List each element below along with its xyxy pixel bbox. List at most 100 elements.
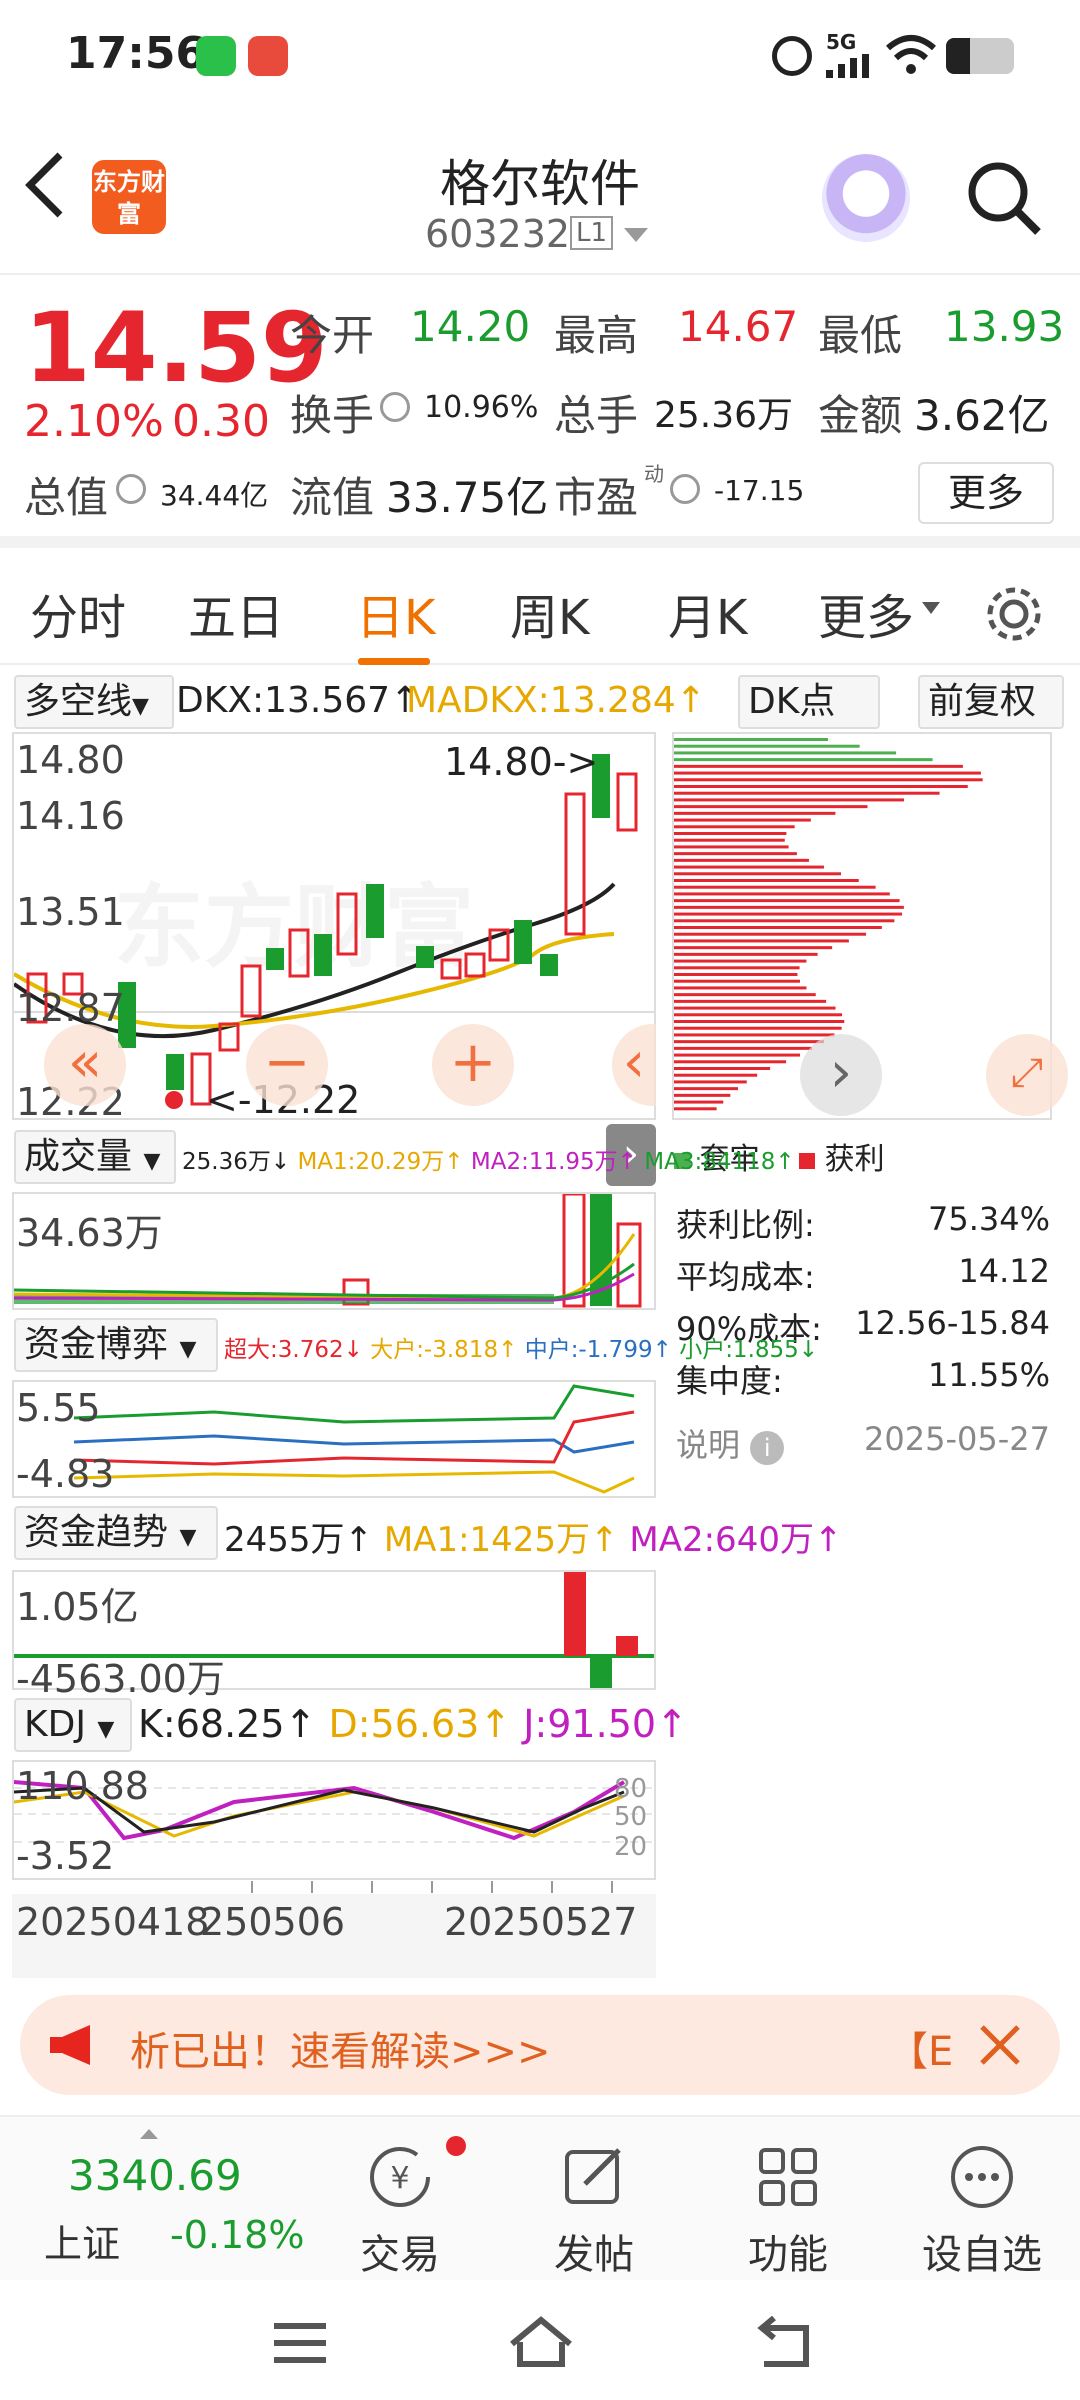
- volume-legend: 25.36万↓ MA1:20.29万↑ MA2:11.95万↑ MA3:8411…: [182, 1142, 795, 1176]
- kdj-k: K:68.25: [138, 1702, 285, 1746]
- notification-dot: [446, 2136, 466, 2156]
- info-icon[interactable]: i: [750, 1431, 785, 1465]
- up-arrow-icon: ↑: [479, 1702, 512, 1746]
- caret-down-icon: ▼: [179, 1337, 197, 1362]
- dropdown-arrow-icon[interactable]: [624, 228, 648, 242]
- candle: [288, 928, 310, 978]
- candle: [366, 884, 384, 938]
- tab-intraday[interactable]: 分时: [30, 578, 126, 648]
- kdj-y-bottom: -3.52: [16, 1834, 115, 1878]
- volume-chart[interactable]: 34.63万: [12, 1192, 656, 1310]
- info-icon[interactable]: [380, 392, 410, 422]
- pe-sup: 动: [644, 462, 664, 486]
- home-icon[interactable]: [508, 2314, 574, 2374]
- kdj-label: KDJ: [24, 1704, 86, 1745]
- scroll-left-icon[interactable]: «: [44, 1024, 126, 1106]
- level-badge[interactable]: L1: [570, 216, 614, 250]
- note-label[interactable]: 说明: [676, 1426, 740, 1464]
- tab-five-day[interactable]: 五日: [188, 578, 284, 648]
- tab-monthly-k[interactable]: 月K: [668, 578, 747, 648]
- info-icon[interactable]: [670, 474, 700, 504]
- kline-chart[interactable]: 东方财富 14.80 14.16 13.51 12.87 14.80-> « −…: [12, 732, 656, 1124]
- kdj-selector[interactable]: KDJ ▼: [14, 1698, 132, 1752]
- adjust-button[interactable]: 前复权: [918, 675, 1064, 729]
- svg-text:¥: ¥: [390, 2161, 409, 2196]
- chip-bar: [674, 993, 816, 997]
- chip-bar: [674, 1100, 724, 1104]
- stat-value: 75.34%: [927, 1200, 1050, 1238]
- dk-point-label: DK点: [748, 681, 836, 722]
- fund-trend-bar: [616, 1636, 638, 1656]
- volume-ma3-line: [13, 1262, 635, 1300]
- zoom-out-icon[interactable]: −: [246, 1024, 328, 1106]
- fund-game-chart[interactable]: 5.55 -4.83: [12, 1380, 656, 1498]
- fund-mid-line: [73, 1434, 635, 1454]
- chip-bar: [674, 1006, 836, 1010]
- date-ticks: [12, 1880, 656, 1894]
- volume-value: 25.36万: [654, 395, 794, 436]
- nav-add-watchlist[interactable]: 设自选: [902, 2142, 1062, 2280]
- fund-game-selector[interactable]: 资金博弈 ▼: [14, 1318, 218, 1372]
- indicator-selector-label: 多空线: [24, 681, 133, 722]
- candle: [166, 1054, 184, 1090]
- fund-game-label: 资金博弈: [24, 1324, 169, 1365]
- chip-bar: [674, 738, 829, 741]
- kdj-chart[interactable]: 110.88 -3.52 80 50 20: [12, 1760, 656, 1880]
- turnover-label: 换手: [290, 391, 375, 440]
- caret-down-icon: [922, 602, 940, 614]
- fund-trend-legend: 2455万↑ MA1:1425万↑ MA2:640万↑: [224, 1512, 842, 1561]
- period-tabs: 分时 五日 日K 周K 月K 更多: [0, 560, 1080, 665]
- pe-label: 市盈: [554, 473, 639, 522]
- dkx-text: DKX:13.567: [176, 680, 391, 721]
- candle: [540, 954, 558, 976]
- candle: [464, 952, 486, 978]
- close-icon[interactable]: [978, 2023, 1022, 2071]
- fund-trend-chart[interactable]: 1.05亿 -4563.00万: [12, 1570, 656, 1701]
- grid-icon: [759, 2148, 817, 2206]
- chip-bar: [674, 946, 833, 950]
- news-banner[interactable]: 析已出！速看解读>>> 【E: [20, 1995, 1060, 2095]
- fund-trend-ma1: MA1:1425万: [383, 1520, 591, 1560]
- chevron-right-icon[interactable]: ›: [800, 1034, 882, 1116]
- chip-bar: [674, 1093, 731, 1097]
- fund-trend-label: 资金趋势: [24, 1512, 169, 1553]
- nav-post[interactable]: 发帖: [514, 2142, 674, 2280]
- search-icon[interactable]: [964, 158, 1044, 242]
- stock-name: 格尔软件: [440, 155, 640, 213]
- fund-trend-selector[interactable]: 资金趋势 ▼: [14, 1506, 218, 1560]
- robot-assistant-icon[interactable]: [822, 154, 910, 242]
- chip-bar: [674, 1013, 843, 1017]
- tab-daily-k[interactable]: 日K: [356, 578, 435, 648]
- nav-functions[interactable]: 功能: [708, 2142, 868, 2280]
- gear-icon[interactable]: [982, 582, 1046, 650]
- wifi-icon: [886, 34, 936, 80]
- volume-label: 总手: [554, 391, 639, 440]
- nav-trade[interactable]: ¥ 交易: [320, 2136, 480, 2280]
- date-end: 20250527: [444, 1900, 638, 1944]
- up-arrow-icon: ↑: [652, 1337, 672, 1363]
- back-nav-icon[interactable]: [754, 2315, 814, 2376]
- zoom-in-icon[interactable]: +: [432, 1024, 514, 1106]
- turnover-value: 10.96%: [424, 390, 539, 425]
- up-arrow-icon: ↑: [775, 1149, 795, 1175]
- chip-bar: [674, 872, 841, 876]
- status-bar: 17:56 5G: [0, 0, 1080, 110]
- more-button[interactable]: 更多: [918, 462, 1054, 524]
- volume-selector[interactable]: 成交量 ▼: [14, 1130, 176, 1184]
- caret-down-icon: ▼: [143, 1149, 161, 1174]
- change-amount: 0.30: [172, 396, 270, 447]
- indicator-selector[interactable]: 多空线▼: [14, 675, 174, 729]
- fullscreen-icon[interactable]: ⤢: [986, 1034, 1068, 1116]
- info-icon[interactable]: [116, 474, 146, 504]
- up-arrow-icon: ↑: [617, 1149, 637, 1175]
- index-value[interactable]: 3340.69: [68, 2151, 242, 2200]
- tab-more[interactable]: 更多: [818, 578, 914, 648]
- index-name[interactable]: 上证: [44, 2213, 120, 2268]
- quote-panel: 14.59 2.10% 0.30 今开 14.20 最高 14.67 最低 13…: [0, 278, 1080, 548]
- chip-bar: [674, 785, 968, 788]
- dk-point-button[interactable]: DK点: [738, 675, 880, 729]
- menu-icon[interactable]: [272, 2320, 328, 2370]
- index-change[interactable]: -0.18%: [170, 2213, 304, 2257]
- tab-weekly-k[interactable]: 周K: [510, 578, 589, 648]
- float-value: 33.75亿: [386, 473, 549, 522]
